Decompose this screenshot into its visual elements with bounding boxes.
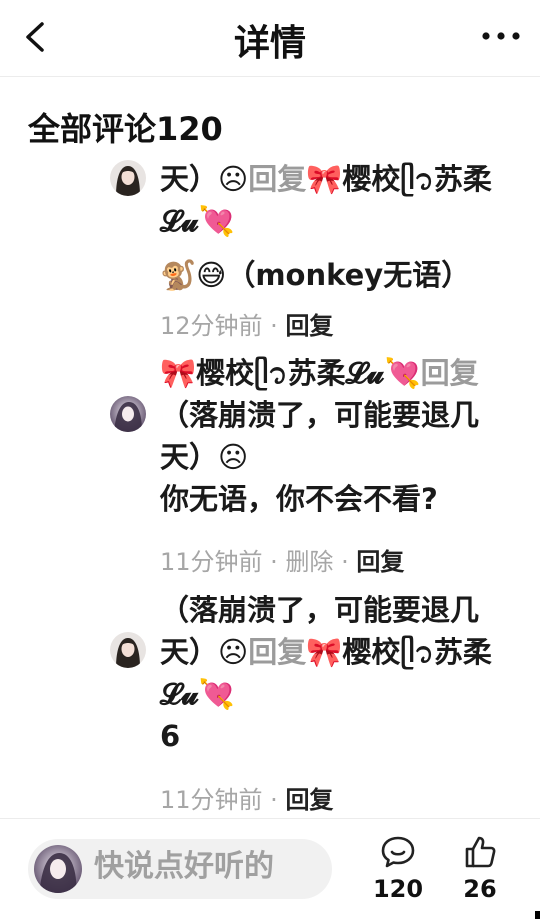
comment-text: 天）☹回复🎀樱校ᥫ᭡苏柔 𝓛𝓾💘 🐒😅（monkey无语） (160, 160, 530, 296)
comment-bubble-icon (381, 836, 415, 868)
reply-target-user-suffix[interactable]: 𝓛𝓾💘 (160, 677, 235, 711)
reply-button[interactable]: 回复 (285, 312, 333, 340)
comment-body: 你无语，你不会不看? (160, 482, 438, 516)
comment-time: 11分钟前 (160, 786, 263, 814)
comment-author[interactable]: 🎀樱校ᥫ᭡苏柔𝓛𝓾💘 (160, 356, 421, 390)
avatar-image (110, 396, 146, 432)
avatar[interactable] (110, 632, 146, 668)
comment-count-button[interactable]: 120 (368, 835, 428, 903)
comment-input-placeholder: 快说点好听的 (94, 849, 274, 884)
comment-text: （落崩溃了，可能要退几 天）☹回复🎀樱校ᥫ᭡苏柔 𝓛𝓾💘 6 (160, 589, 530, 757)
reply-label: 回复 (248, 635, 307, 669)
comment-meta: 11分钟前 · 删除 · 回复 (160, 548, 405, 576)
reply-target-user[interactable]: 🎀樱校ᥫ᭡苏柔 (306, 635, 492, 669)
like-button[interactable]: 26 (450, 835, 510, 903)
avatar-image (34, 845, 82, 893)
comment-text: 🎀樱校ᥫ᭡苏柔𝓛𝓾💘回复 （落崩溃了，可能要退几 天）☹ 你无语，你不会不看? (160, 352, 530, 520)
comment-meta: 12分钟前 · 回复 (160, 312, 334, 340)
quoted-text: （落崩溃了，可能要退几 (160, 398, 480, 432)
page-title: 详情 (233, 23, 306, 64)
reply-target-user[interactable]: 🎀樱校ᥫ᭡苏柔 (306, 162, 492, 196)
more-horizontal-icon[interactable] (480, 22, 522, 50)
like-count: 26 (463, 875, 497, 903)
reply-target-user-suffix[interactable]: 𝓛𝓾💘 (160, 204, 235, 238)
comment-body: 6 (160, 719, 181, 753)
comments-section-title: 全部评论120 (28, 110, 223, 148)
reply-label: 回复 (248, 162, 307, 196)
avatar-image (110, 160, 146, 196)
avatar-image (110, 632, 146, 668)
quoted-text-tail: 天）☹ (160, 440, 249, 474)
reply-label: 回复 (420, 356, 479, 390)
avatar[interactable] (110, 396, 146, 432)
comment-count: 120 (372, 875, 424, 903)
avatar[interactable] (110, 160, 146, 196)
top-nav-bar: 详情 (0, 0, 540, 77)
thumbs-up-icon (465, 836, 496, 868)
quoted-text: （落崩溃了，可能要退几 (160, 593, 480, 627)
reply-button[interactable]: 回复 (356, 548, 404, 576)
quoted-text-tail: 天）☹ (160, 635, 249, 669)
comment-time: 11分钟前 (160, 548, 263, 576)
comment-body: 🐒😅（monkey无语） (160, 258, 471, 292)
avatar (34, 845, 82, 893)
corner-mark (535, 911, 540, 919)
reply-button[interactable]: 回复 (285, 786, 333, 814)
delete-button[interactable]: 删除 (285, 548, 333, 576)
comment-meta: 11分钟前 · 回复 (160, 786, 334, 814)
comment-input[interactable]: 快说点好听的 (28, 839, 332, 899)
bottom-action-bar: 快说点好听的 120 26 (0, 818, 540, 920)
comment-list[interactable]: 天）☹回复🎀樱校ᥫ᭡苏柔 𝓛𝓾💘 🐒😅（monkey无语） 12分钟前 · 回复 (0, 160, 540, 818)
quoted-text-tail: 天）☹ (160, 162, 249, 196)
comment-time: 12分钟前 (160, 312, 263, 340)
